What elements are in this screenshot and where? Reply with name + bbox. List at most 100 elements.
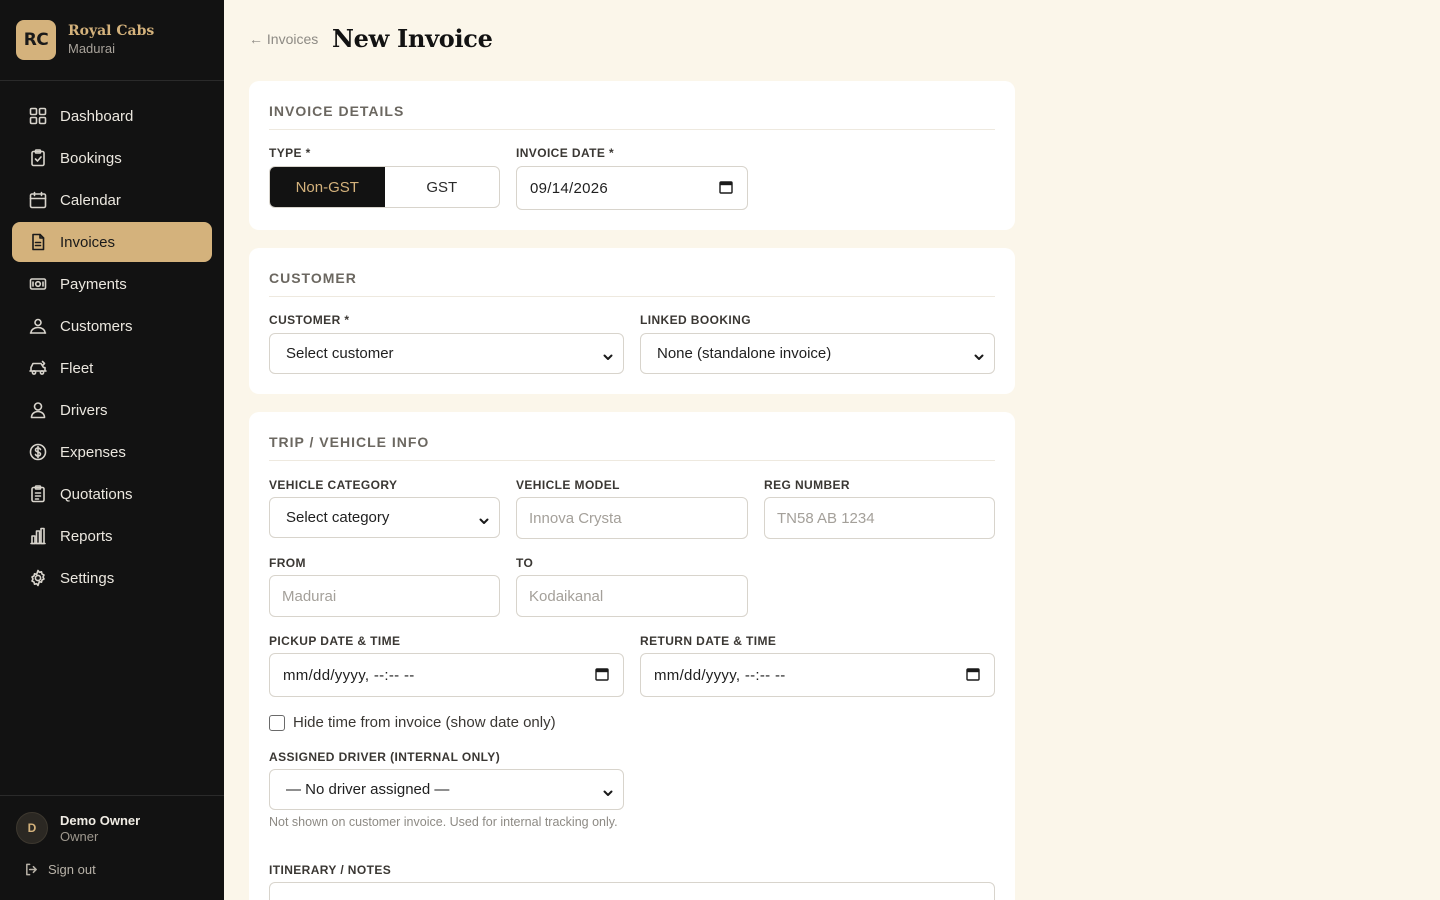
linked-booking-label: Linked Booking <box>640 313 751 327</box>
calendar-icon <box>595 667 609 681</box>
sidebar-item-calendar[interactable]: Calendar <box>12 180 212 220</box>
divider <box>269 129 995 130</box>
pickup-datetime-input[interactable]: mm/dd/yyyy, --:-- -- <box>269 653 624 697</box>
clipboard-check-icon <box>31 149 45 167</box>
chevron-down-icon <box>603 349 613 360</box>
sidebar-item-label: Quotations <box>60 485 133 503</box>
return-datetime-value: mm/dd/yyyy, --:-- -- <box>654 666 786 684</box>
type-option-non-gst[interactable]: Non-GST <box>270 167 385 207</box>
vehicle-model-input[interactable]: Innova Crysta <box>516 497 748 539</box>
grid-icon <box>29 107 47 125</box>
user-role: Owner <box>60 829 99 844</box>
sidebar-item-expenses[interactable]: Expenses <box>12 432 212 472</box>
to-label: To <box>516 556 534 570</box>
vehicle-category-value: Select category <box>286 509 390 526</box>
sidebar-item-settings[interactable]: Settings <box>12 558 212 598</box>
sidebar-item-dashboard[interactable]: Dashboard <box>12 96 212 136</box>
avatar: D <box>16 812 48 844</box>
sidebar-item-label: Payments <box>60 275 127 293</box>
calendar-icon <box>719 180 733 194</box>
invoice-date-input[interactable]: 09/14/2026 <box>516 166 748 210</box>
users-icon <box>29 318 47 334</box>
return-datetime-input[interactable]: mm/dd/yyyy, --:-- -- <box>640 653 995 697</box>
brand-city: Madurai <box>68 41 115 56</box>
sidebar-item-label: Drivers <box>60 401 108 419</box>
user-block: D Demo Owner Owner Sign out <box>0 795 224 900</box>
type-option-gst[interactable]: GST <box>385 167 500 207</box>
pickup-datetime-label: Pickup Date & Time <box>269 634 401 648</box>
sidebar-item-label: Settings <box>60 569 115 587</box>
to-input[interactable]: Kodaikanal <box>516 575 748 617</box>
sidebar-item-label: Customers <box>60 317 133 335</box>
assigned-driver-label: Assigned Driver (Internal Only) <box>269 750 501 764</box>
itinerary-notes-label: Itinerary / Notes <box>269 863 392 877</box>
sign-out-label: Sign out <box>48 862 96 877</box>
calendar-icon <box>29 191 47 209</box>
itinerary-notes-input[interactable] <box>269 882 995 900</box>
sidebar-item-quotations[interactable]: Quotations <box>12 474 212 514</box>
brand: RC Royal Cabs Madurai <box>0 0 224 81</box>
back-to-invoices-link[interactable]: ← Invoices <box>249 31 318 47</box>
banknote-icon <box>29 278 47 290</box>
hide-time-checkbox[interactable] <box>269 714 285 731</box>
sidebar-item-fleet[interactable]: Fleet <box>12 348 212 388</box>
sidebar-item-payments[interactable]: Payments <box>12 264 212 304</box>
vehicle-category-label: Vehicle Category <box>269 478 398 492</box>
vehicle-model-placeholder: Innova Crysta <box>529 509 622 527</box>
chevron-down-icon <box>974 349 984 360</box>
sidebar-nav: Dashboard Bookings Calendar Invoices Pay… <box>12 96 212 600</box>
card-title: Invoice Details <box>269 103 405 119</box>
pickup-datetime-value: mm/dd/yyyy, --:-- -- <box>283 666 415 684</box>
chevron-down-icon <box>479 513 489 524</box>
linked-booking-value: None (standalone invoice) <box>657 345 832 362</box>
sidebar-item-label: Calendar <box>60 191 121 209</box>
gear-icon <box>31 569 45 587</box>
customer-select[interactable]: Select customer <box>269 333 624 374</box>
sidebar-item-drivers[interactable]: Drivers <box>12 390 212 430</box>
to-placeholder: Kodaikanal <box>529 587 604 605</box>
sidebar-item-label: Fleet <box>60 359 94 377</box>
customer-select-value: Select customer <box>286 345 394 362</box>
reg-number-label: Reg Number <box>764 478 851 492</box>
card-title: Trip / Vehicle Info <box>269 434 430 450</box>
assigned-driver-value: — No driver assigned — <box>286 781 450 798</box>
customer-label: Customer * <box>269 313 350 327</box>
sidebar-item-label: Invoices <box>60 233 116 251</box>
sidebar-item-label: Expenses <box>60 443 126 461</box>
linked-booking-select[interactable]: None (standalone invoice) <box>640 333 995 374</box>
sign-out-icon <box>26 863 37 876</box>
page-title: New Invoice <box>332 24 493 53</box>
assigned-driver-select[interactable]: — No driver assigned — <box>269 769 624 810</box>
sidebar-item-label: Dashboard <box>60 107 134 125</box>
invoice-date-label: Invoice Date * <box>516 146 615 160</box>
dollar-circle-icon <box>29 443 47 461</box>
reg-number-input[interactable]: TN58 AB 1234 <box>764 497 995 539</box>
reg-number-placeholder: TN58 AB 1234 <box>777 509 875 527</box>
sidebar-item-invoices[interactable]: Invoices <box>12 222 212 262</box>
sidebar-item-label: Bookings <box>60 149 122 167</box>
chevron-down-icon <box>603 785 613 796</box>
type-label: Type * <box>269 146 311 160</box>
from-input[interactable]: Madurai <box>269 575 500 617</box>
sidebar-item-label: Reports <box>60 527 113 545</box>
document-icon <box>32 233 45 251</box>
divider <box>269 296 995 297</box>
sidebar-item-customers[interactable]: Customers <box>12 306 212 346</box>
sign-out-button[interactable]: Sign out <box>24 862 96 877</box>
driver-hint: Not shown on customer invoice. Used for … <box>269 815 618 829</box>
user-icon <box>30 402 46 419</box>
customer-card: Customer Customer * Select customer Link… <box>249 248 1015 394</box>
from-placeholder: Madurai <box>282 587 337 605</box>
sidebar-item-bookings[interactable]: Bookings <box>12 138 212 178</box>
card-title: Customer <box>269 270 357 286</box>
return-datetime-label: Return Date & Time <box>640 634 777 648</box>
vehicle-category-select[interactable]: Select category <box>269 497 500 538</box>
calendar-icon <box>966 667 980 681</box>
trip-vehicle-card: Trip / Vehicle Info Vehicle Category Sel… <box>249 412 1015 900</box>
divider <box>269 460 995 461</box>
car-icon <box>29 360 47 375</box>
sidebar: RC Royal Cabs Madurai Dashboard Bookings… <box>0 0 224 900</box>
brand-name: Royal Cabs <box>68 23 155 39</box>
hide-time-label: Hide time from invoice (show date only) <box>293 714 556 731</box>
sidebar-item-reports[interactable]: Reports <box>12 516 212 556</box>
